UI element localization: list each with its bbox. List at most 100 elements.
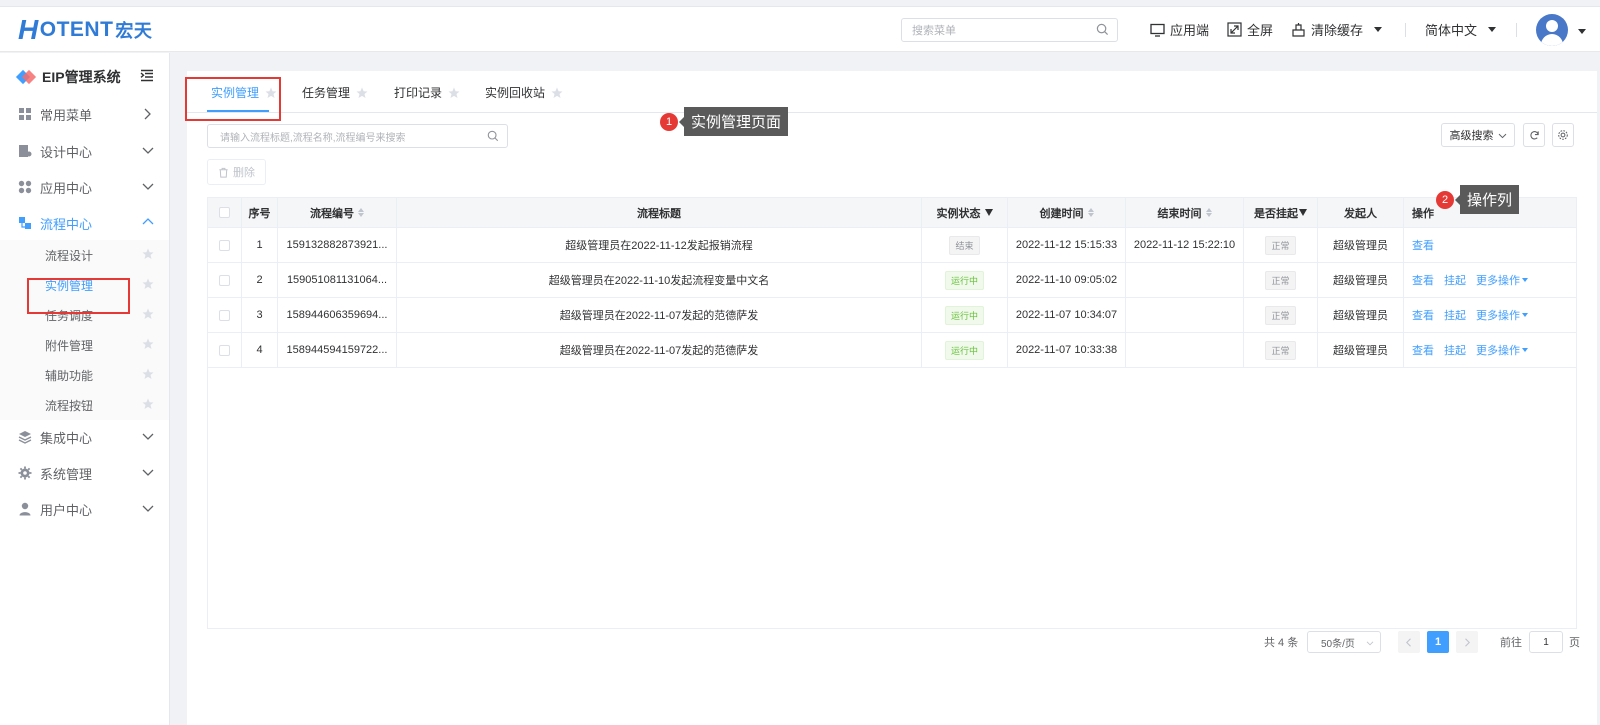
sidebar-item-label: 系统管理	[40, 466, 93, 482]
more-actions-dropdown[interactable]: 更多操作	[1476, 272, 1520, 288]
sidebar: EIP管理系统 常用菜单 设计中心 应用中心 流程中心 流程设计 实例管理 任务…	[0, 53, 170, 725]
process-code: 159051081131064...	[286, 274, 388, 286]
sidebar-item-integration-center[interactable]: 集成中心	[0, 419, 169, 455]
clear-cache-button[interactable]: 清除缓存	[1291, 20, 1383, 39]
tab-print-records[interactable]: 打印记录	[394, 84, 460, 101]
sidebar-item-design-center[interactable]: 设计中心	[0, 133, 169, 169]
table-cell: 2022-11-10 09:05:02	[1008, 263, 1126, 297]
row-checkbox[interactable]	[219, 344, 230, 356]
header-cell-sortable[interactable]: 创建时间	[1008, 198, 1126, 227]
star-icon[interactable]	[142, 248, 154, 260]
table-cell: 超级管理员	[1318, 333, 1404, 367]
table-cell: 超级管理员	[1318, 298, 1404, 332]
app-client-button[interactable]: 应用端	[1150, 20, 1209, 39]
sort-icon[interactable]	[358, 208, 364, 217]
suspend-link[interactable]: 挂起	[1444, 272, 1466, 288]
view-link[interactable]: 查看	[1412, 307, 1434, 323]
more-actions-dropdown[interactable]: 更多操作	[1476, 342, 1520, 358]
row-checkbox[interactable]	[219, 274, 230, 286]
star-icon[interactable]	[142, 338, 154, 350]
hotent-logo[interactable]: H OTENT 宏天	[18, 14, 152, 45]
star-icon[interactable]	[448, 87, 460, 99]
delete-button[interactable]: 删除	[207, 159, 266, 185]
filter-icon[interactable]	[1299, 209, 1307, 216]
tab-instance-recycle-bin[interactable]: 实例回收站	[485, 84, 563, 101]
sidebar-subitem-label: 附件管理	[45, 338, 94, 353]
refresh-button[interactable]	[1523, 123, 1545, 147]
eip-logo-icon	[15, 69, 37, 85]
sidebar-item-common-menu[interactable]: 常用菜单	[0, 96, 169, 132]
star-icon[interactable]	[551, 87, 563, 99]
settings-button[interactable]	[1552, 123, 1574, 147]
sidebar-subitem-process-buttons[interactable]: 流程按钮	[0, 390, 169, 420]
header-cell-filterable[interactable]: 是否挂起	[1244, 198, 1318, 227]
sidebar-subitem-attachment-management[interactable]: 附件管理	[0, 330, 169, 360]
chevron-down-icon[interactable]	[1578, 29, 1586, 34]
menu-search-input[interactable]: 搜索菜单	[901, 18, 1118, 42]
sidebar-item-process-center[interactable]: 流程中心	[0, 205, 169, 241]
sidebar-item-label: 集成中心	[40, 430, 93, 446]
process-search-input[interactable]: 请输入流程标题,流程名称,流程编号来搜索	[207, 124, 508, 148]
table-header: 序号 流程编号 流程标题 实例状态 创建时间 结束时间 是否挂起 发起人 操作	[208, 198, 1576, 228]
table-row: 2 159051081131064... 超级管理员在2022-11-10发起流程变…	[208, 263, 1576, 298]
row-checkbox[interactable]	[219, 239, 230, 251]
advanced-search-button[interactable]: 高级搜索	[1441, 123, 1515, 147]
sort-icon[interactable]	[1205, 208, 1212, 217]
sidebar-item-user-center[interactable]: 用户中心	[0, 491, 169, 527]
header-cell: 流程标题	[397, 198, 922, 227]
star-icon[interactable]	[142, 368, 154, 380]
sidebar-subitem-process-design[interactable]: 流程设计	[0, 240, 169, 270]
star-icon[interactable]	[356, 87, 368, 99]
suspend-link[interactable]: 挂起	[1444, 342, 1466, 358]
header-select-all[interactable]	[208, 198, 242, 227]
page-size-select[interactable]: 50条/页	[1307, 631, 1381, 653]
more-actions-dropdown[interactable]: 更多操作	[1476, 307, 1520, 323]
table-cell: 158944594159722...	[278, 333, 397, 367]
header-cell-sortable[interactable]: 结束时间	[1126, 198, 1244, 227]
row-index: 2	[256, 274, 263, 286]
initiator: 超级管理员	[1333, 310, 1388, 322]
system-title-text: EIP管理系统	[42, 69, 121, 85]
table-cell: 2022-11-12 15:15:33	[1008, 228, 1126, 262]
star-icon[interactable]	[142, 398, 154, 410]
fullscreen-button[interactable]: 全屏	[1227, 20, 1273, 39]
suspend-link[interactable]: 挂起	[1444, 307, 1466, 323]
row-checkbox[interactable]	[219, 309, 230, 321]
menu-search-placeholder: 搜索菜单	[912, 25, 956, 37]
view-link[interactable]: 查看	[1412, 272, 1434, 288]
user-avatar[interactable]	[1536, 14, 1568, 46]
user-icon	[19, 502, 31, 516]
star-icon[interactable]	[142, 308, 154, 320]
next-page-button[interactable]	[1456, 631, 1478, 653]
highlight-box-tab	[185, 77, 281, 121]
row-index: 3	[256, 309, 263, 321]
star-icon[interactable]	[142, 278, 154, 290]
language-label: 简体中文	[1425, 23, 1478, 38]
view-link[interactable]: 查看	[1412, 342, 1434, 358]
header-cell-filterable[interactable]: 实例状态	[922, 198, 1008, 227]
suspend-status-badge: 正常	[1265, 270, 1296, 290]
view-link[interactable]: 查看	[1412, 237, 1434, 253]
header-cell-sortable[interactable]: 流程编号	[278, 198, 397, 227]
filter-icon[interactable]	[984, 209, 993, 216]
sidebar-item-label: 用户中心	[40, 502, 93, 518]
tab-task-management[interactable]: 任务管理	[302, 84, 368, 101]
sidebar-subitem-auxiliary[interactable]: 辅助功能	[0, 360, 169, 390]
sidebar-item-label: 设计中心	[40, 144, 93, 160]
page-number-current[interactable]: 1	[1427, 631, 1449, 653]
goto-page-input[interactable]: 1	[1529, 631, 1563, 653]
language-select[interactable]: 简体中文	[1425, 20, 1497, 39]
row-index: 1	[256, 239, 263, 251]
prev-page-button[interactable]	[1398, 631, 1420, 653]
ended-time: 2022-11-12 15:22:10	[1133, 239, 1236, 251]
sidebar-item-system-management[interactable]: 系统管理	[0, 455, 169, 491]
callout-operation-column: 2 操作列	[1436, 185, 1520, 214]
sort-icon[interactable]	[1087, 208, 1094, 217]
chevron-left-icon	[1406, 637, 1411, 647]
checkbox[interactable]	[219, 207, 230, 218]
sidebar-item-app-center[interactable]: 应用中心	[0, 169, 169, 205]
menu-fold-icon[interactable]	[140, 69, 154, 82]
chevron-down-icon	[1488, 27, 1497, 32]
process-title: 超级管理员在2022-11-10发起流程变量中文名	[548, 275, 770, 287]
advanced-search-label: 高级搜索	[1449, 130, 1494, 142]
